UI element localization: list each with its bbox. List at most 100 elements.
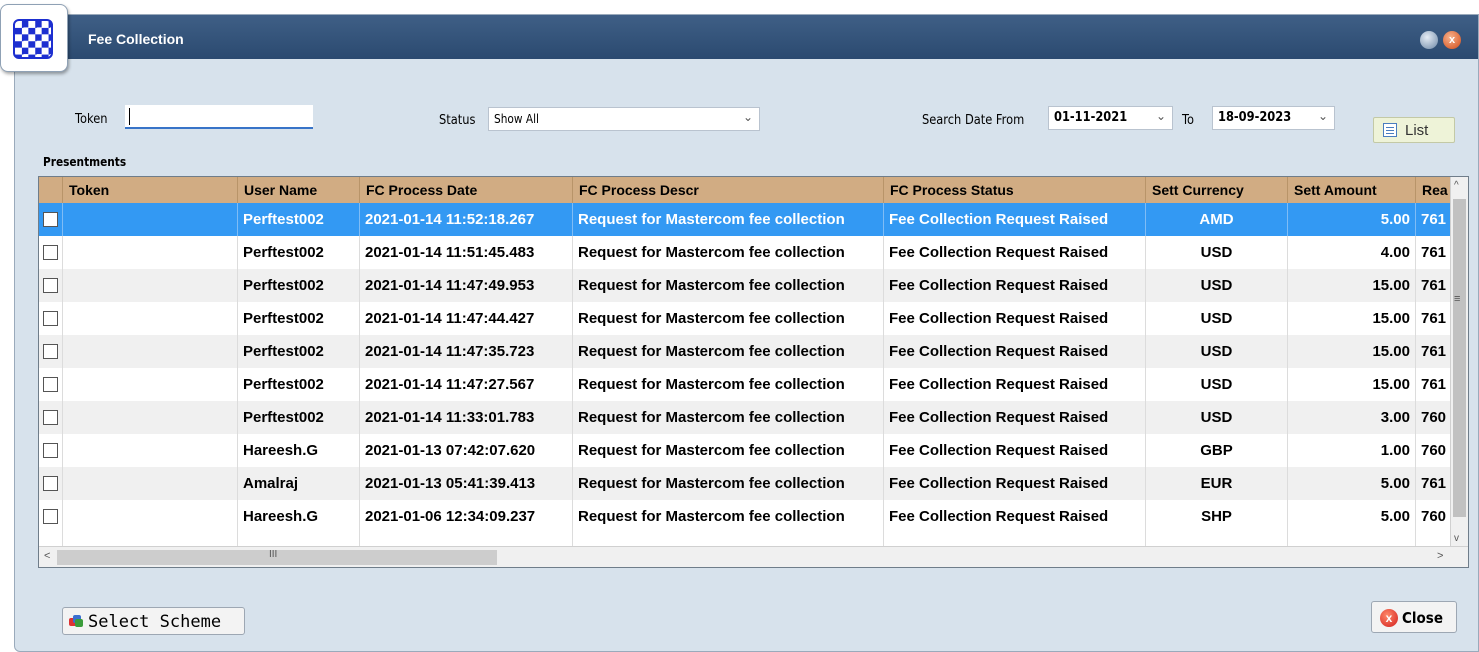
token-cell — [63, 302, 238, 335]
user-name-cell: Perftest002 — [238, 302, 360, 335]
scheme-icon — [69, 615, 83, 627]
row-checkbox[interactable] — [43, 410, 58, 425]
fc-process-status-cell: Fee Collection Request Raised — [884, 302, 1146, 335]
fc-process-status-cell: Fee Collection Request Raised — [884, 434, 1146, 467]
row-checkbox[interactable] — [43, 245, 58, 260]
user-name-cell: Hareesh.G — [238, 434, 360, 467]
partial-cell — [360, 533, 573, 546]
fc-process-status-cell: Fee Collection Request Raised — [884, 368, 1146, 401]
row-checkbox-cell — [39, 368, 63, 401]
partial-cell — [884, 533, 1146, 546]
sett-currency-cell: USD — [1146, 401, 1288, 434]
user-name-col-header[interactable]: User Name — [238, 177, 360, 203]
list-button[interactable]: List — [1373, 117, 1455, 143]
fc-process-date-cell: 2021-01-14 11:47:49.953 — [360, 269, 573, 302]
window-close-icon[interactable]: x — [1443, 31, 1461, 49]
search-date-from-label: Search Date From — [922, 113, 1025, 128]
token-cell — [63, 203, 238, 236]
chevron-down-icon: ⌄ — [742, 110, 753, 124]
fc-process-date-cell: 2021-01-14 11:33:01.783 — [360, 401, 573, 434]
fc-process-descr-cell: Request for Mastercom fee collection — [573, 467, 884, 500]
scroll-down-icon[interactable]: v — [1454, 533, 1459, 544]
checkbox-col-header[interactable] — [39, 177, 63, 203]
user-name-cell: Perftest002 — [238, 401, 360, 434]
token-input[interactable] — [125, 105, 313, 129]
rea-cell: 761 — [1416, 269, 1450, 302]
sett-amount-cell: 3.00 — [1288, 401, 1416, 434]
date-from-value: 01-11-2021 — [1054, 110, 1128, 125]
token-cell — [63, 368, 238, 401]
vertical-scrollbar[interactable]: ^ ≡ v — [1450, 177, 1468, 546]
row-checkbox[interactable] — [43, 311, 58, 326]
user-name-cell: Perftest002 — [238, 203, 360, 236]
section-title: Presentments — [43, 155, 127, 169]
row-checkbox[interactable] — [43, 377, 58, 392]
fc-process-descr-cell: Request for Mastercom fee collection — [573, 335, 884, 368]
sett-amount-col-header[interactable]: Sett Amount — [1288, 177, 1416, 203]
row-checkbox-cell — [39, 302, 63, 335]
table-row[interactable]: Perftest002 2021-01-14 11:47:27.567 Reques… — [39, 368, 1450, 401]
rea-cell: 761 — [1416, 203, 1450, 236]
sett-currency-cell: AMD — [1146, 203, 1288, 236]
fc-process-date-col-header[interactable]: FC Process Date — [360, 177, 573, 203]
row-checkbox-cell — [39, 434, 63, 467]
table-row[interactable]: Perftest002 2021-01-14 11:47:44.427 Reques… — [39, 302, 1450, 335]
row-checkbox[interactable] — [43, 344, 58, 359]
table-row[interactable]: Hareesh.G 2021-01-13 07:42:07.620 Request … — [39, 434, 1450, 467]
close-button[interactable]: x Close — [1371, 601, 1457, 633]
table-row[interactable]: Perftest002 2021-01-14 11:33:01.783 Reques… — [39, 401, 1450, 434]
table-row[interactable]: Perftest002 2021-01-14 11:47:35.723 Reques… — [39, 335, 1450, 368]
date-to-picker[interactable]: 18-09-2023 ⌄ — [1212, 106, 1335, 130]
sett-amount-cell: 15.00 — [1288, 269, 1416, 302]
fc-process-date-cell: 2021-01-14 11:51:45.483 — [360, 236, 573, 269]
row-checkbox[interactable] — [43, 509, 58, 524]
table-row[interactable]: Hareesh.G 2021-01-06 12:34:09.237 Request … — [39, 500, 1450, 533]
fc-process-descr-cell: Request for Mastercom fee collection — [573, 203, 884, 236]
row-checkbox[interactable] — [43, 212, 58, 227]
scroll-up-icon[interactable]: ^ — [1454, 180, 1459, 191]
user-name-cell: Amalraj — [238, 467, 360, 500]
minimize-icon[interactable] — [1420, 31, 1438, 49]
partial-cell — [573, 533, 884, 546]
rea-col-header[interactable]: Rea — [1416, 177, 1450, 203]
user-name-cell: Perftest002 — [238, 269, 360, 302]
partial-cell — [238, 533, 360, 546]
fc-process-descr-cell: Request for Mastercom fee collection — [573, 500, 884, 533]
horizontal-scrollbar[interactable]: < III > — [39, 546, 1468, 567]
row-checkbox[interactable] — [43, 443, 58, 458]
table-row[interactable]: Perftest002 2021-01-14 11:47:49.953 Reques… — [39, 269, 1450, 302]
sett-amount-cell: 5.00 — [1288, 500, 1416, 533]
row-checkbox-cell — [39, 467, 63, 500]
token-cell — [63, 500, 238, 533]
status-select[interactable]: Show All ⌄ — [488, 107, 760, 131]
token-col-header[interactable]: Token — [63, 177, 238, 203]
sett-currency-col-header[interactable]: Sett Currency — [1146, 177, 1288, 203]
table-row[interactable]: Perftest002 2021-01-14 11:51:45.483 Reques… — [39, 236, 1450, 269]
presentments-grid[interactable]: Token User Name FC Process Date FC Process … — [38, 176, 1469, 568]
fc-process-descr-col-header[interactable]: FC Process Descr — [573, 177, 884, 203]
fc-process-status-col-header[interactable]: FC Process Status — [884, 177, 1146, 203]
partial-cell — [1288, 533, 1416, 546]
date-from-picker[interactable]: 01-11-2021 ⌄ — [1048, 106, 1173, 130]
fc-process-status-cell: Fee Collection Request Raised — [884, 236, 1146, 269]
scroll-grip-icon: III — [269, 549, 278, 560]
select-scheme-button[interactable]: Select Scheme — [62, 607, 245, 635]
vertical-scroll-thumb[interactable] — [1453, 199, 1466, 517]
scroll-right-icon[interactable]: > — [1437, 550, 1443, 562]
fc-process-date-cell: 2021-01-14 11:47:27.567 — [360, 368, 573, 401]
fc-process-status-cell: Fee Collection Request Raised — [884, 203, 1146, 236]
table-row[interactable]: Amalraj 2021-01-13 05:41:39.413 Request fo… — [39, 467, 1450, 500]
partial-cell — [39, 533, 63, 546]
scroll-left-icon[interactable]: < — [44, 550, 50, 562]
window-title: Fee Collection — [88, 31, 184, 47]
row-checkbox[interactable] — [43, 278, 58, 293]
fc-process-descr-cell: Request for Mastercom fee collection — [573, 368, 884, 401]
user-name-cell: Perftest002 — [238, 335, 360, 368]
rea-cell: 760 — [1416, 500, 1450, 533]
row-checkbox[interactable] — [43, 476, 58, 491]
table-row[interactable]: Perftest002 2021-01-14 11:52:18.267 Reques… — [39, 203, 1450, 236]
fc-process-date-cell: 2021-01-13 05:41:39.413 — [360, 467, 573, 500]
row-checkbox-cell — [39, 269, 63, 302]
title-bar: Fee Collection x — [15, 15, 1478, 59]
row-checkbox-cell — [39, 500, 63, 533]
